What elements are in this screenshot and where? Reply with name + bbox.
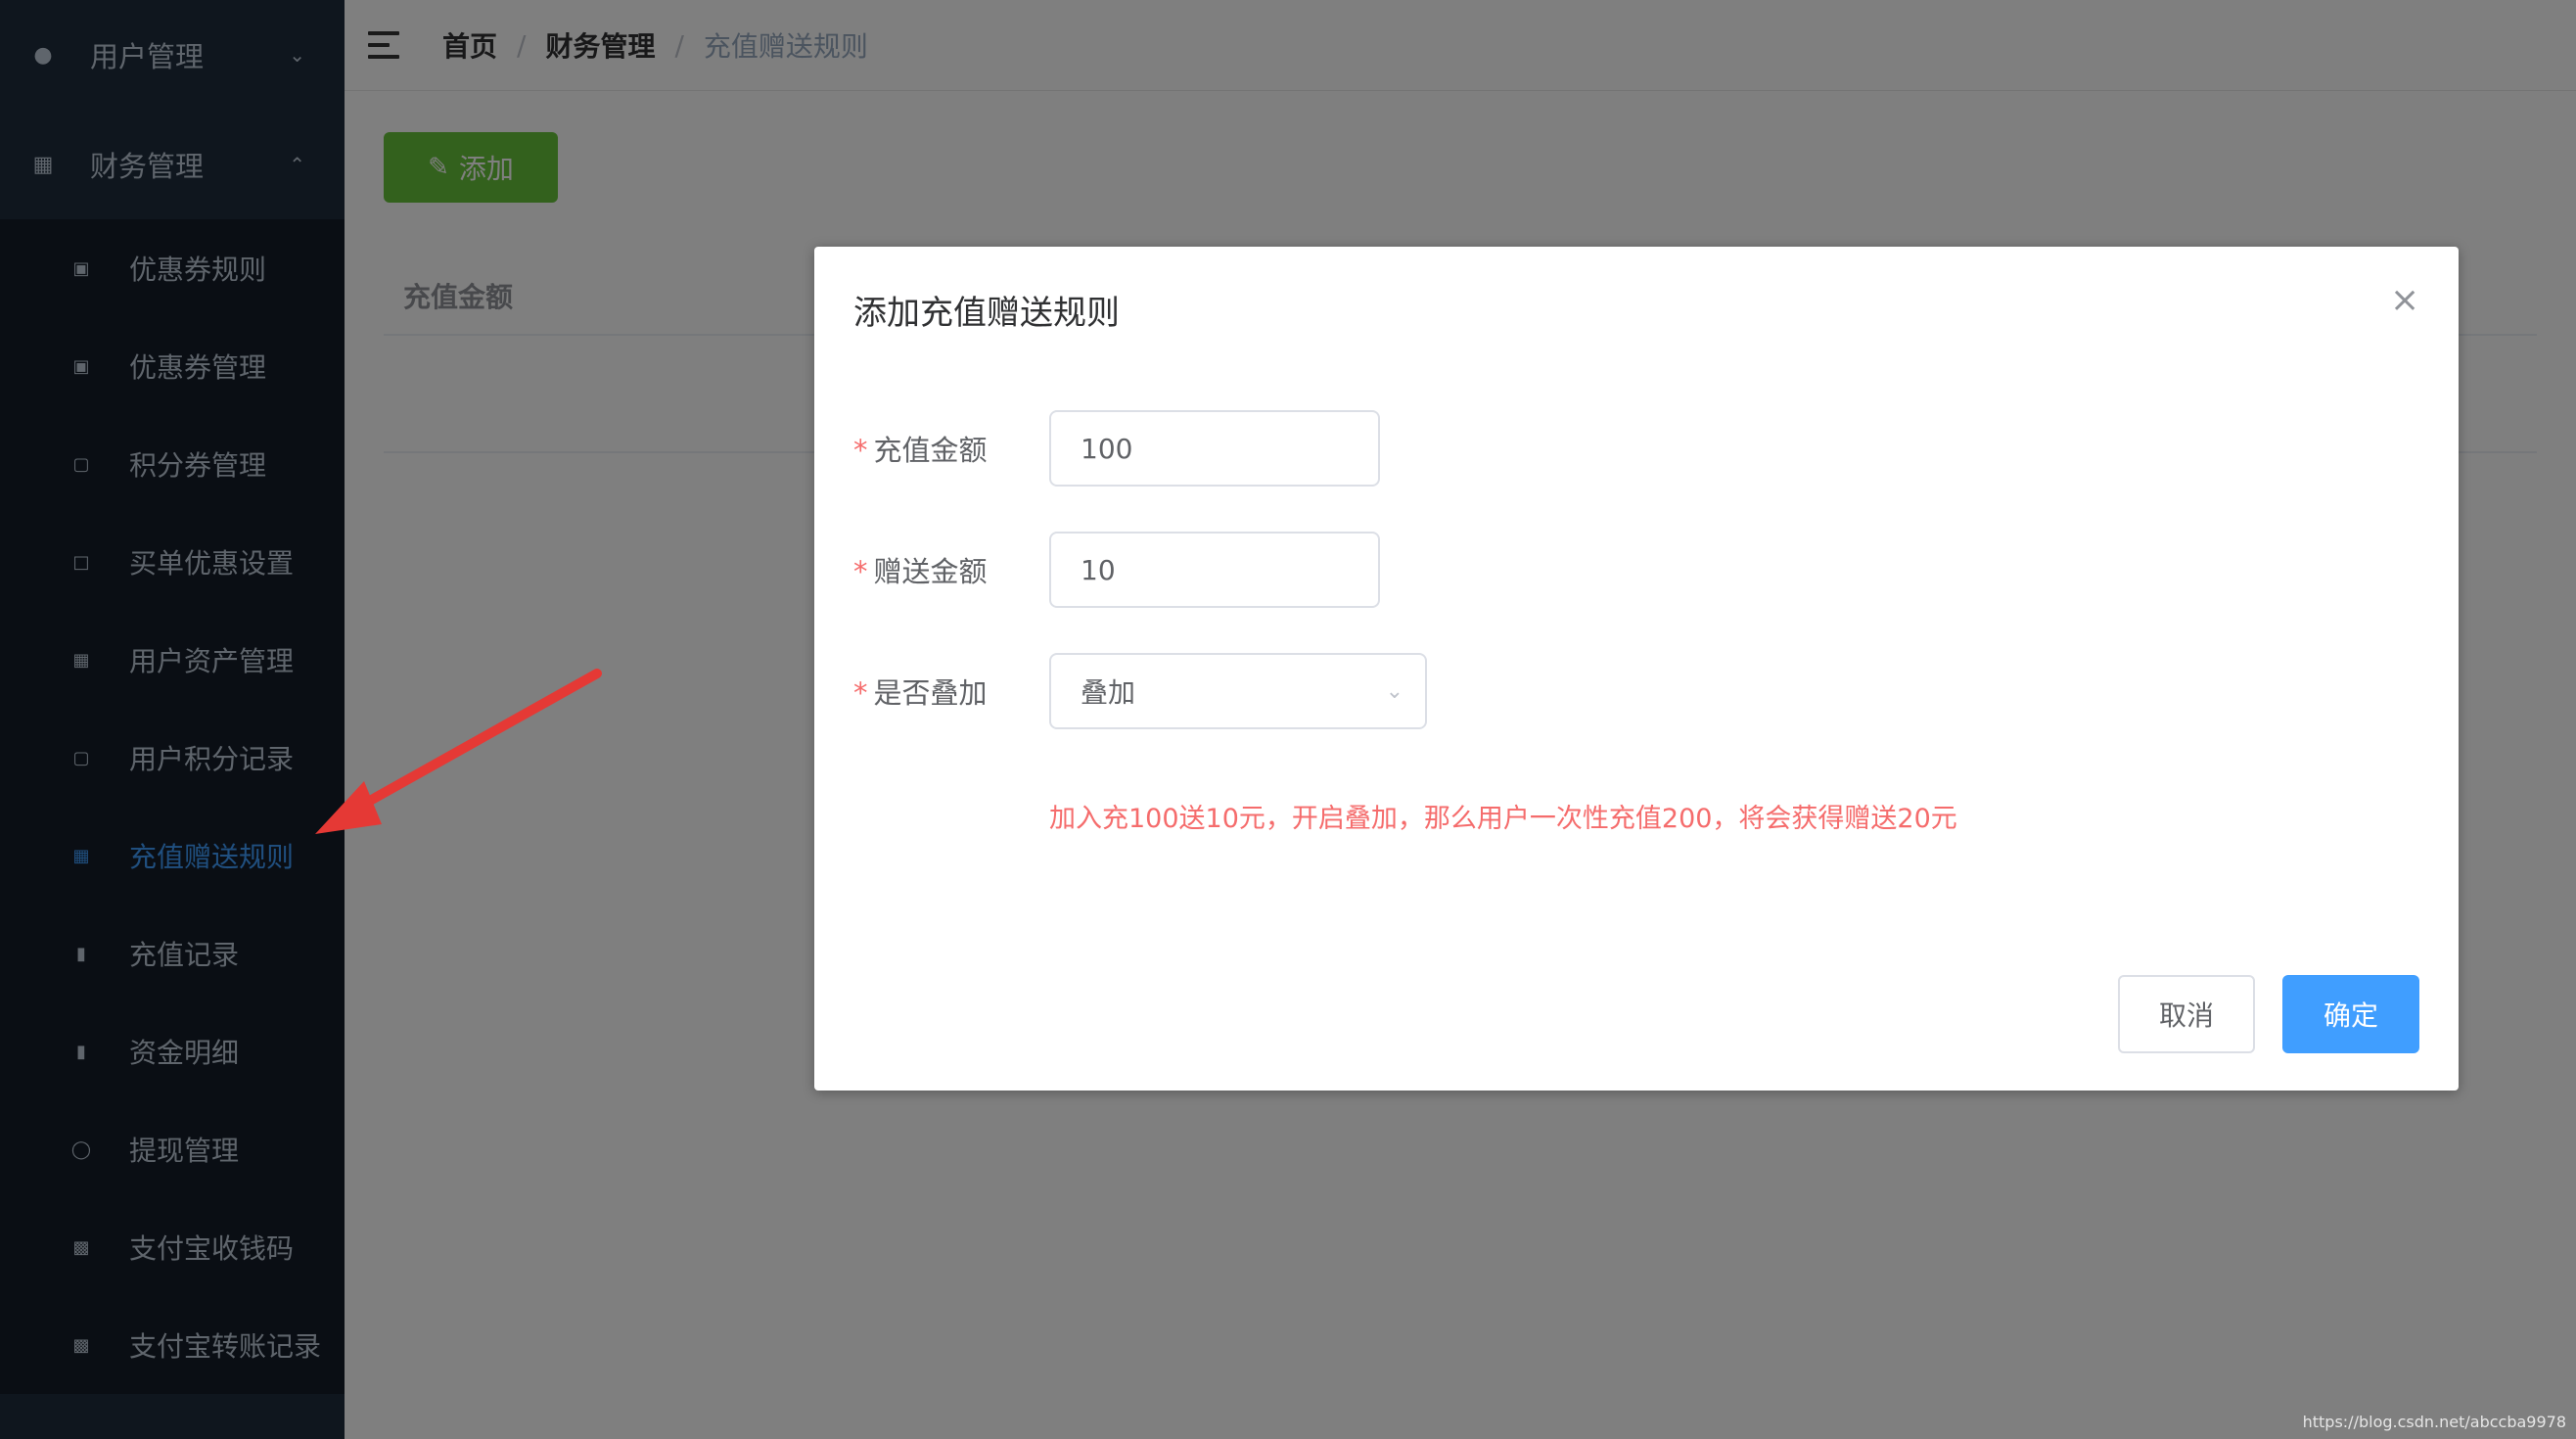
field-label-text: 是否叠加 [873, 676, 988, 710]
recharge-amount-input[interactable]: 100 [1049, 410, 1380, 487]
field-label-text: 赠送金额 [873, 555, 988, 588]
confirm-button[interactable]: 确定 [2282, 975, 2419, 1053]
hint-text: 加入充100送10元，开启叠加，那么用户一次性充值200，将会获得赠送20元 [1049, 804, 1957, 834]
gift-amount-input[interactable]: 10 [1049, 532, 1380, 608]
chevron-down-icon: ⌄ [1385, 678, 1403, 704]
watermark: https://blog.csdn.net/abccba9978 [2302, 1413, 2566, 1431]
field-label: * 赠送金额 [853, 549, 1049, 590]
form-row-recharge-amount: * 充值金额 100 [853, 409, 1380, 487]
add-rule-dialog: 添加充值赠送规则 × * 充值金额 100 * 赠送金额 10 * 是否叠加 叠加 ⌄… [814, 247, 2459, 1091]
field-label: * 充值金额 [853, 428, 1049, 469]
stackable-select[interactable]: 叠加 ⌄ [1049, 653, 1427, 729]
required-mark: * [853, 434, 868, 467]
field-label: * 是否叠加 [853, 671, 1049, 712]
cancel-button[interactable]: 取消 [2118, 975, 2255, 1053]
form-row-gift-amount: * 赠送金额 10 [853, 531, 1380, 609]
input-value: 10 [1081, 553, 1116, 586]
close-icon[interactable]: × [2390, 283, 2419, 318]
form-row-stackable: * 是否叠加 叠加 ⌄ [853, 652, 1427, 730]
select-value: 叠加 [1081, 676, 1136, 709]
input-value: 100 [1081, 432, 1133, 465]
field-label-text: 充值金额 [873, 434, 988, 467]
required-mark: * [853, 676, 868, 710]
required-mark: * [853, 555, 868, 588]
dialog-title: 添加充值赠送规则 [853, 294, 1120, 333]
